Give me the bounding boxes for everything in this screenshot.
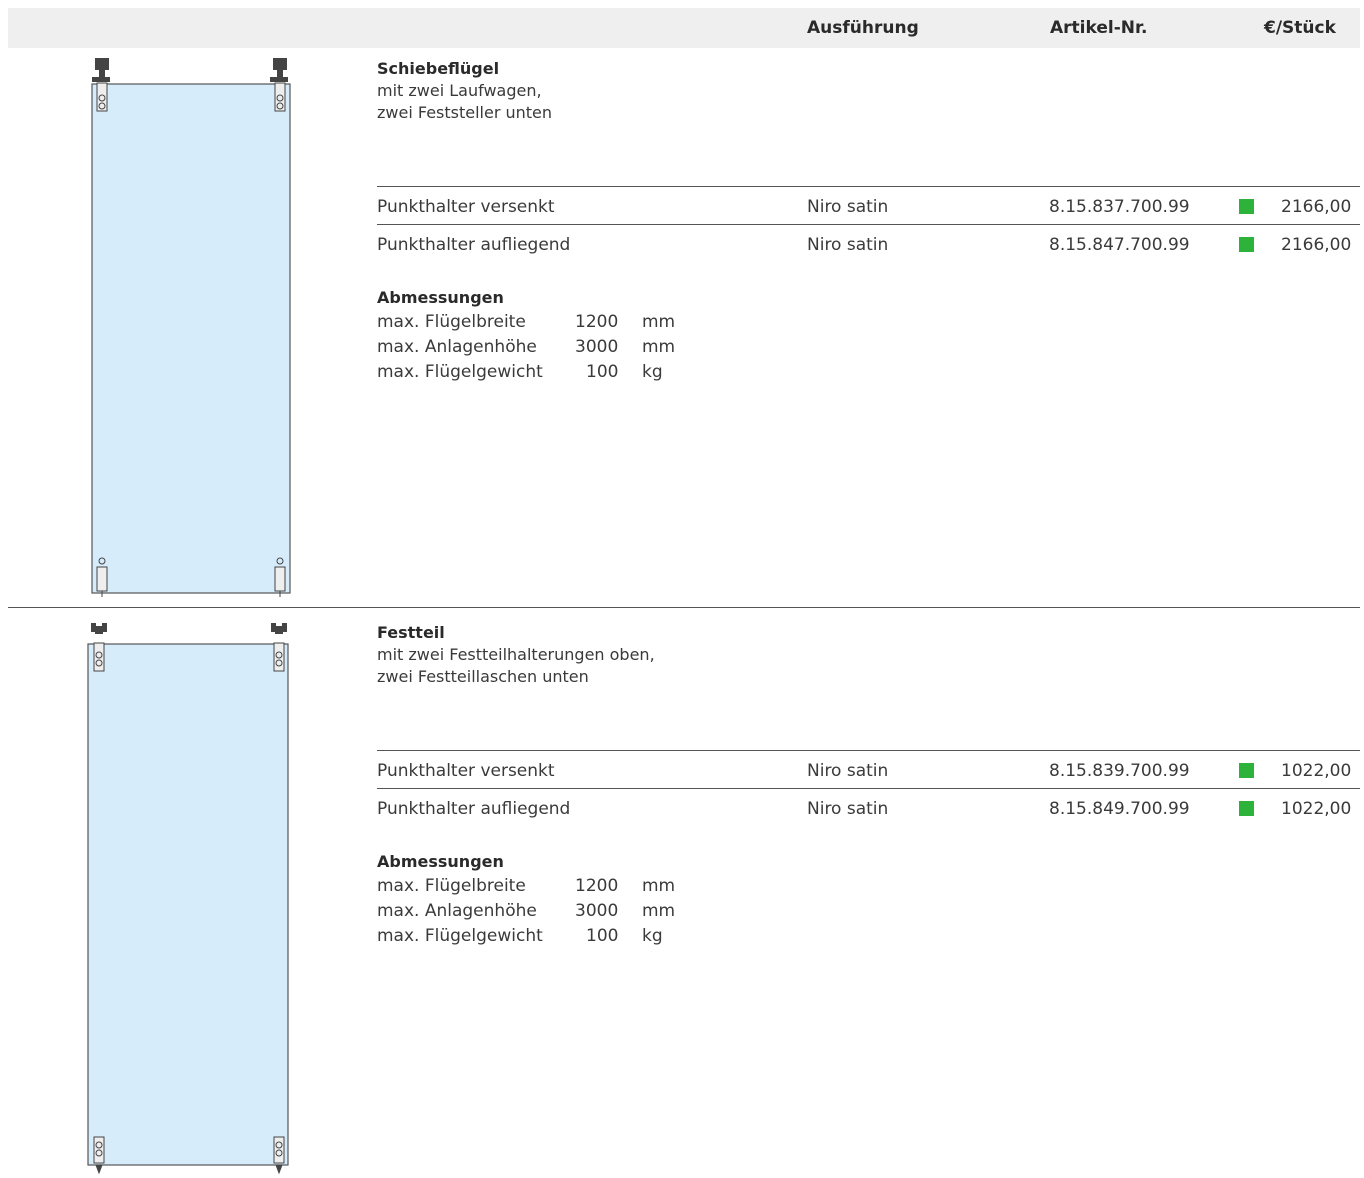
row-name: Punkthalter versenkt: [377, 197, 555, 217]
dimension-label: max. Anlagenhöhe: [377, 901, 537, 921]
section-description-line: zwei Festteillaschen unten: [377, 667, 589, 686]
row-divider: [377, 224, 1360, 225]
dimension-value: 3000: [575, 901, 619, 921]
dimension-value: 3000: [575, 337, 619, 357]
dimension-label: max. Flügelbreite: [377, 312, 526, 332]
availability-indicator: [1239, 199, 1254, 214]
column-header-artikel: Artikel-Nr.: [1050, 18, 1148, 38]
section-divider: [8, 607, 1360, 608]
dimensions-title: Abmessungen: [377, 852, 504, 871]
dimension-unit: kg: [642, 926, 663, 946]
dimension-value: 1200: [575, 876, 619, 896]
section-description-line: mit zwei Festteilhalterungen oben,: [377, 645, 655, 664]
dimension-label: max. Flügelbreite: [377, 876, 526, 896]
column-header-price: €/Stück: [1264, 18, 1336, 38]
row-article-number: 8.15.837.700.99: [1049, 197, 1190, 217]
dimension-unit: mm: [642, 337, 676, 357]
section-title: Schiebeflügel: [377, 59, 500, 78]
dimension-value: 100: [586, 926, 619, 946]
row-price: 1022,00: [1281, 799, 1352, 819]
dimension-label: max. Flügelgewicht: [377, 926, 543, 946]
row-divider: [377, 186, 1360, 187]
availability-indicator: [1239, 763, 1254, 778]
row-name: Punkthalter versenkt: [377, 761, 555, 781]
dimension-label: max. Flügelgewicht: [377, 362, 543, 382]
section-title: Festteil: [377, 623, 445, 642]
dimension-value: 1200: [575, 312, 619, 332]
row-finish: Niro satin: [807, 799, 889, 819]
column-header-ausfuehrung: Ausführung: [807, 18, 919, 38]
row-name: Punkthalter aufliegend: [377, 799, 571, 819]
availability-indicator: [1239, 801, 1254, 816]
row-price: 2166,00: [1281, 235, 1352, 255]
dimension-unit: kg: [642, 362, 663, 382]
availability-indicator: [1239, 237, 1254, 252]
dimension-unit: mm: [642, 876, 676, 896]
row-name: Punkthalter aufliegend: [377, 235, 571, 255]
row-divider: [377, 750, 1360, 751]
dimension-unit: mm: [642, 901, 676, 921]
row-price: 1022,00: [1281, 761, 1352, 781]
row-article-number: 8.15.839.700.99: [1049, 761, 1190, 781]
dimensions-title: Abmessungen: [377, 288, 504, 307]
dimension-label: max. Anlagenhöhe: [377, 337, 537, 357]
bracket-right-icon: [273, 1136, 285, 1175]
row-article-number: 8.15.849.700.99: [1049, 799, 1190, 819]
row-article-number: 8.15.847.700.99: [1049, 235, 1190, 255]
table-header: Ausführung Artikel-Nr. €/Stück: [8, 8, 1360, 48]
row-divider: [377, 788, 1360, 789]
section-description-line: mit zwei Laufwagen,: [377, 81, 542, 100]
fixed-panel-illustration: [87, 623, 289, 1175]
dimension-value: 100: [586, 362, 619, 382]
sliding-panel-illustration: [91, 58, 291, 597]
dimension-unit: mm: [642, 312, 676, 332]
section-description-line: zwei Feststeller unten: [377, 103, 553, 122]
row-finish: Niro satin: [807, 235, 889, 255]
row-finish: Niro satin: [807, 761, 889, 781]
row-price: 2166,00: [1281, 197, 1352, 217]
row-finish: Niro satin: [807, 197, 889, 217]
bracket-left-icon: [93, 1136, 105, 1175]
